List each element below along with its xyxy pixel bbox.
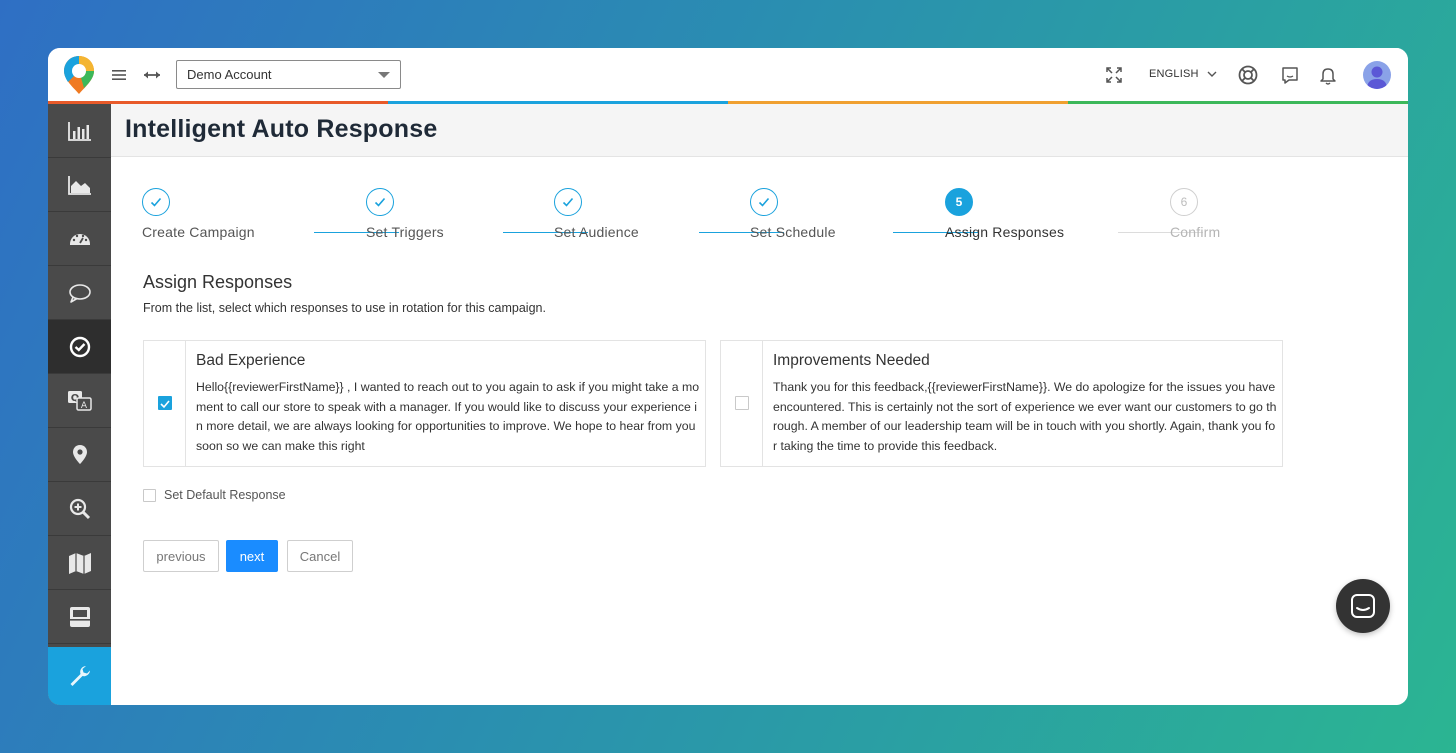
step-6-label: Confirm — [1170, 224, 1221, 240]
inbox-tray-icon — [69, 606, 90, 627]
sidebar-item-reports[interactable] — [48, 104, 111, 158]
sidebar-item-search[interactable] — [48, 482, 111, 536]
page-title: Intelligent Auto Response — [125, 115, 438, 143]
sidebar-item-locations[interactable] — [48, 428, 111, 482]
chevron-down-icon — [1207, 71, 1217, 77]
language-selector[interactable]: ENGLISH — [1149, 68, 1217, 80]
user-icon — [1367, 66, 1387, 89]
step-1-label: Create Campaign — [142, 224, 255, 240]
account-select-value: Demo Account — [187, 67, 272, 82]
zoom-in-icon — [69, 498, 90, 519]
step-2-label: Set Triggers — [366, 224, 444, 240]
step-5-label: Assign Responses — [945, 224, 1065, 240]
response-select-cell — [144, 341, 186, 466]
fullscreen-button[interactable] — [1103, 64, 1125, 86]
help-button[interactable] — [1237, 64, 1259, 86]
area-chart-icon — [67, 175, 91, 195]
checkmark-icon — [160, 400, 170, 409]
sidebar-item-analytics[interactable] — [48, 158, 111, 212]
chat-widget-icon — [1351, 594, 1375, 618]
fullscreen-icon — [1106, 67, 1122, 83]
step-6-number: 6 — [1170, 188, 1198, 216]
sidebar-item-tools[interactable] — [48, 647, 111, 705]
svg-text:A: A — [80, 401, 87, 411]
chat-bubble-icon — [68, 283, 91, 303]
sidebar-item-inbox[interactable] — [48, 590, 111, 644]
sidebar-item-qa[interactable]: Q A — [48, 374, 111, 428]
sidebar-item-conversations[interactable] — [48, 266, 111, 320]
progress-stepper: Create Campaign Set Triggers Set Audienc… — [111, 188, 1408, 248]
top-bar: Demo Account ENGLISH — [48, 48, 1408, 104]
default-response-label: Set Default Response — [164, 488, 286, 502]
dashboard-gauge-icon — [69, 233, 90, 245]
user-avatar[interactable] — [1363, 61, 1391, 89]
bar-chart-icon — [67, 121, 91, 141]
section-description: From the list, select which responses to… — [143, 301, 546, 315]
map-icon — [68, 552, 91, 574]
hamburger-menu-button[interactable] — [110, 66, 130, 84]
step-1-check-icon — [142, 188, 170, 216]
message-square-icon — [1282, 67, 1298, 84]
translate-qa-icon: Q A — [67, 390, 92, 411]
response-card[interactable]: Bad Experience Hello{{reviewerFirstName}… — [143, 340, 706, 467]
brand-logo — [64, 56, 94, 94]
chevron-down-icon — [378, 72, 390, 78]
app-window: Demo Account ENGLISH Q A Intelligent Aut… — [48, 48, 1408, 705]
notifications-button[interactable] — [1317, 64, 1339, 86]
sidebar-item-map[interactable] — [48, 536, 111, 590]
hamburger-icon — [112, 70, 126, 80]
response-select-cell — [721, 341, 763, 466]
map-pin-icon — [72, 444, 87, 464]
step-2-check-icon — [366, 188, 394, 216]
response-checkbox[interactable] — [158, 396, 172, 410]
step-3-check-icon — [554, 188, 582, 216]
support-chat-button[interactable] — [1336, 579, 1390, 633]
sidebar-item-dashboard[interactable] — [48, 212, 111, 266]
sidebar-item-auto-response[interactable] — [48, 320, 111, 374]
cancel-button[interactable]: Cancel — [287, 540, 353, 572]
check-circle-icon — [69, 336, 90, 357]
step-4-check-icon — [750, 188, 778, 216]
messages-button[interactable] — [1279, 64, 1301, 86]
response-body: Thank you for this feedback,{{reviewerFi… — [773, 380, 1277, 453]
response-checkbox[interactable] — [735, 396, 749, 410]
horizontal-arrows-icon — [144, 71, 160, 79]
response-card[interactable]: Improvements Needed Thank you for this f… — [720, 340, 1283, 467]
wrench-icon — [70, 666, 90, 686]
next-button[interactable]: next — [226, 540, 278, 572]
sidebar: Q A — [48, 104, 111, 705]
previous-button[interactable]: previous — [143, 540, 219, 572]
section-title: Assign Responses — [143, 272, 293, 292]
account-select[interactable]: Demo Account — [176, 60, 401, 89]
step-3-label: Set Audience — [554, 224, 639, 240]
response-title: Improvements Needed — [773, 352, 930, 369]
default-response-checkbox[interactable] — [143, 489, 156, 502]
step-4-label: Set Schedule — [750, 224, 836, 240]
bell-icon — [1320, 68, 1336, 85]
expand-sidebar-button[interactable] — [141, 66, 163, 84]
response-title: Bad Experience — [196, 352, 306, 369]
page-header: Intelligent Auto Response — [111, 104, 1408, 157]
step-5-number: 5 — [945, 188, 973, 216]
language-label: ENGLISH — [1149, 68, 1199, 80]
default-response-option[interactable]: Set Default Response — [143, 488, 286, 502]
response-body: Hello{{reviewerFirstName}} , I wanted to… — [196, 380, 700, 453]
lifebuoy-icon — [1238, 65, 1258, 85]
